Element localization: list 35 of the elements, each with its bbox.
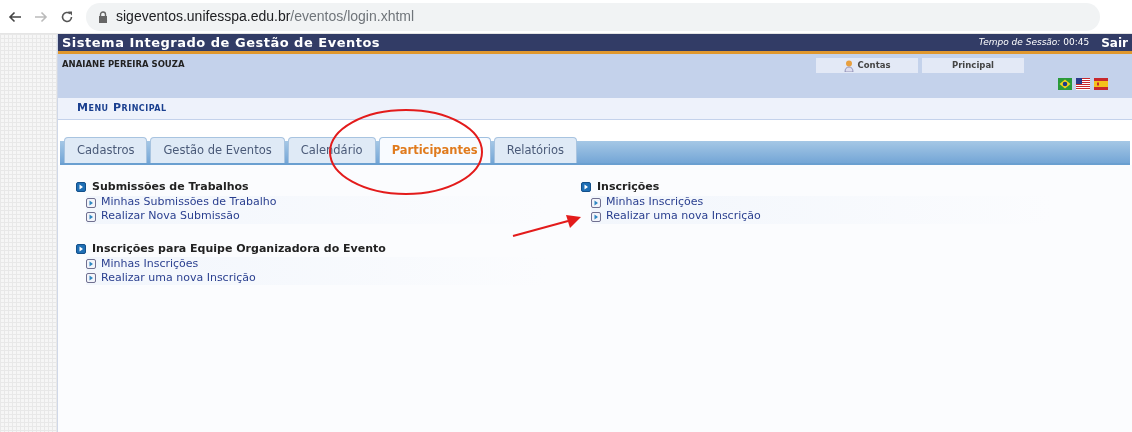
play-icon [86,259,96,269]
nav-link[interactable]: Contas [816,58,918,73]
play-icon [76,243,86,254]
flag-icon[interactable] [1058,78,1072,90]
section-title: Inscrições [597,179,660,195]
address-bar[interactable]: sigeventos.unifesspa.edu.br/eventos/login.xhtml [86,2,1100,31]
play-icon [86,197,96,208]
menu-tab[interactable]: Relatórios [493,137,577,163]
play-icon [86,273,96,283]
section-title: Inscrições para Equipe Organizadora do Evento [92,240,386,257]
pointer-arrow [512,214,582,238]
lock-icon [98,10,108,23]
menu-link[interactable]: Minhas Submissões de Trabalho [101,194,277,211]
menu-link[interactable]: Minhas Inscrições [606,194,704,211]
play-icon [591,211,601,222]
play-icon [581,182,591,193]
logout-link[interactable]: Sair [1101,33,1128,52]
person-icon [843,59,854,72]
menu-tab[interactable]: Gestão de Eventos [150,137,285,163]
user-name: ANAIANE PEREIRA SOUZA [62,58,185,71]
nav-link[interactable]: Principal [922,58,1024,73]
url-text: sigeventos.unifesspa.edu.br/eventos/login.xhtml [116,7,415,26]
back-icon[interactable] [8,10,22,23]
play-icon [86,211,96,222]
menu-tab[interactable]: Cadastros [64,137,148,163]
menu-title: Menu Principal [77,100,167,117]
section-title: Submissões de Trabalhos [92,179,249,195]
menu-link[interactable]: Realizar Nova Submissão [101,208,240,225]
play-icon [591,197,601,208]
play-icon [76,182,86,193]
session-timer: Tempo de Sessão: 00:45 [978,35,1090,49]
flag-icon[interactable] [1076,78,1090,90]
reload-icon[interactable] [60,9,74,24]
system-title: Sistema Integrado de Gestão de Eventos [62,33,381,52]
menu-link[interactable]: Realizar uma nova Inscrição [606,208,761,225]
